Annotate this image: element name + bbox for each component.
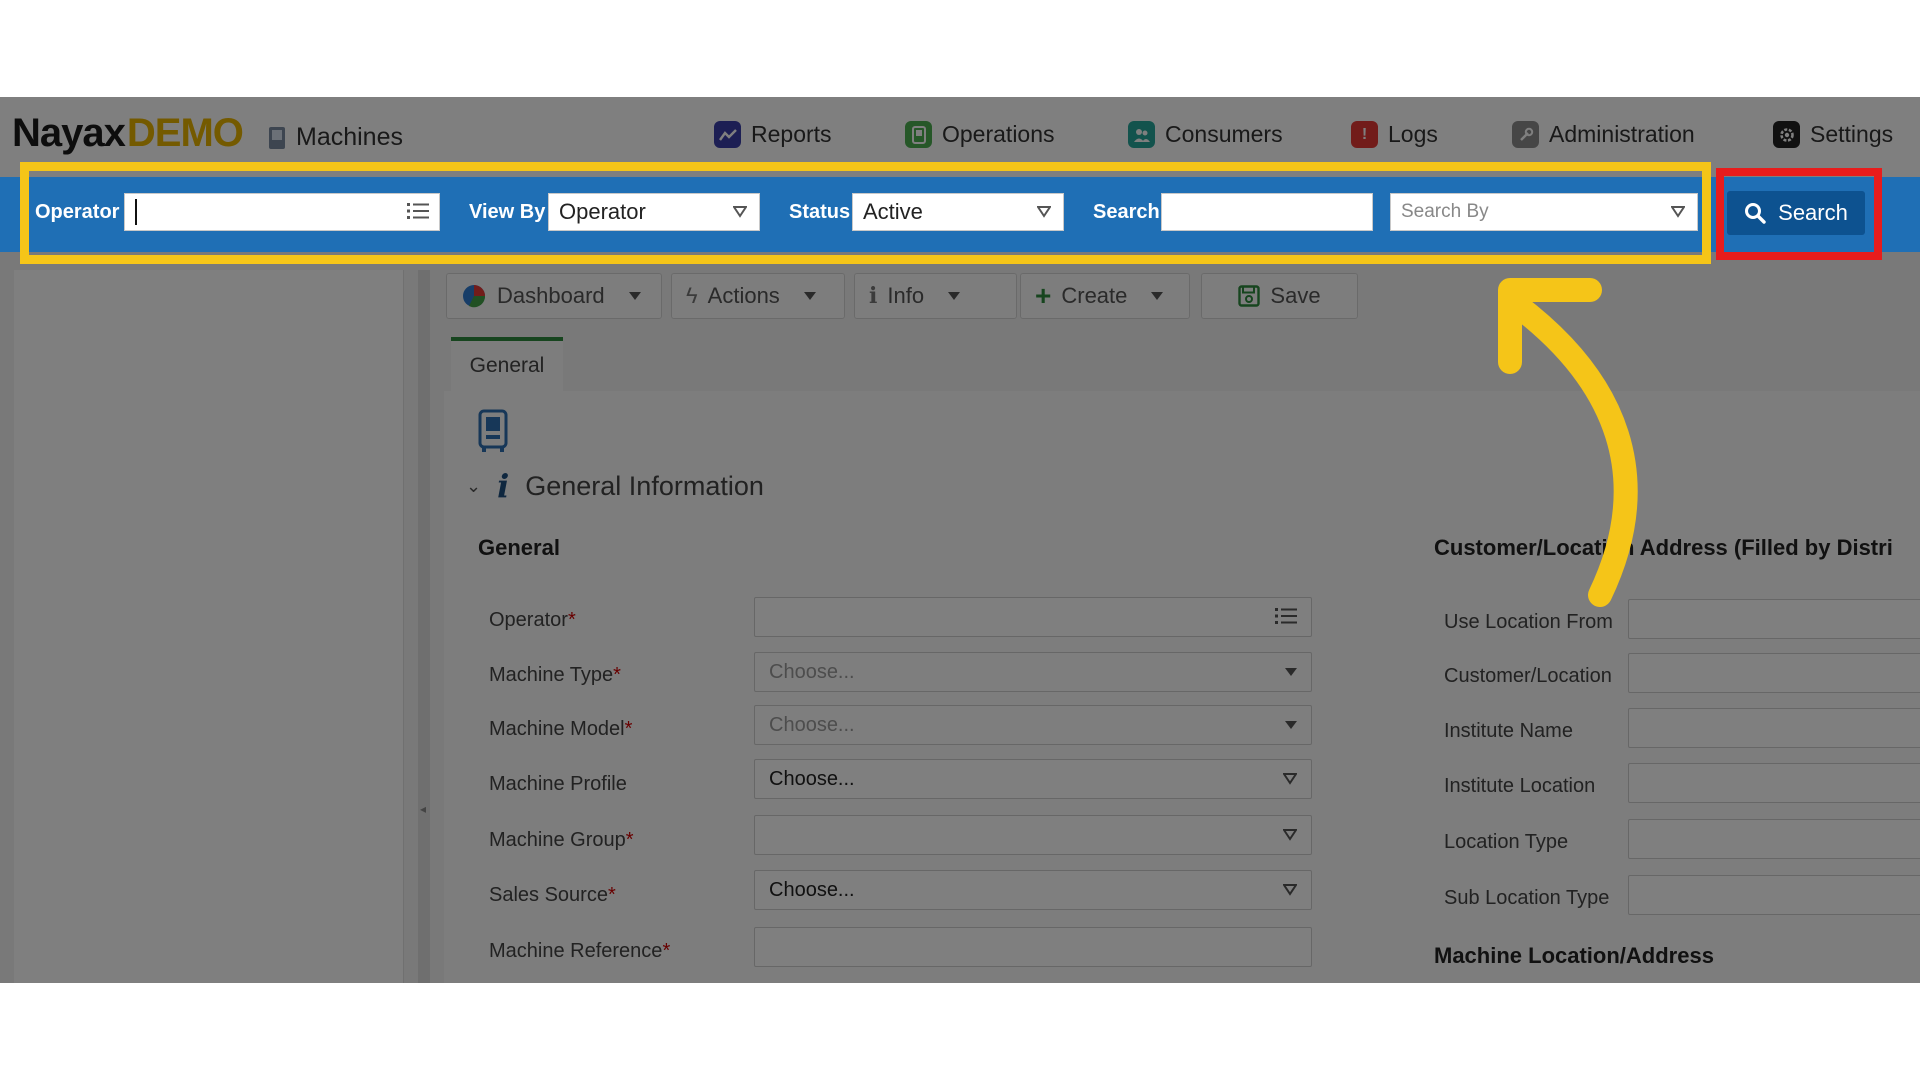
nav-administration[interactable]: Administration: [1512, 121, 1695, 148]
collapse-arrow-icon[interactable]: ◂: [420, 802, 426, 816]
reports-icon: [714, 121, 741, 148]
sub-location-type-label: Sub Location Type: [1444, 887, 1610, 909]
operator-field[interactable]: [754, 597, 1312, 637]
machine-type-label: Machine Type*: [489, 664, 621, 686]
vending-machine-icon: [478, 409, 508, 452]
dashboard-button[interactable]: Dashboard: [446, 273, 662, 319]
general-group-title: General: [478, 535, 560, 560]
actions-label: Actions: [707, 283, 780, 308]
logo-main: Nayax: [12, 111, 126, 155]
machine-group-select[interactable]: [754, 815, 1312, 855]
actions-button[interactable]: ϟ Actions: [671, 273, 845, 319]
machine-profile-label: Machine Profile: [489, 773, 627, 795]
operator-field-label: Operator*: [489, 609, 576, 631]
machine-reference-label: Machine Reference*: [489, 940, 671, 962]
sub-location-type-input[interactable]: [1628, 875, 1920, 915]
institute-name-input[interactable]: [1628, 708, 1920, 748]
screen: NayaxDEMO Machines Reports Operations Co…: [0, 0, 1920, 1080]
sales-source-select[interactable]: Choose...: [754, 870, 1312, 910]
nav-consumers[interactable]: Consumers: [1128, 121, 1283, 148]
sales-source-label: Sales Source*: [489, 884, 616, 906]
administration-icon: [1512, 121, 1539, 148]
info-icon: i: [497, 467, 510, 505]
info-label: Info: [887, 283, 925, 308]
dropdown-caret-icon: [803, 292, 816, 300]
logo-suffix: DEMO: [126, 111, 244, 155]
machine-model-value: Choose...: [769, 713, 855, 736]
nav-consumers-label: Consumers: [1165, 121, 1283, 147]
nav-operations-label: Operations: [942, 121, 1055, 147]
nav-reports[interactable]: Reports: [714, 121, 832, 148]
consumers-icon: [1128, 121, 1155, 148]
yellow-highlight-box: [20, 162, 1711, 264]
sales-source-value: Choose...: [769, 878, 855, 901]
institute-location-label: Institute Location: [1444, 775, 1596, 797]
machine-tree-panel: [14, 270, 404, 983]
use-location-from-input[interactable]: [1628, 599, 1920, 639]
dropdown-caret-icon: [948, 292, 961, 300]
nav-administration-label: Administration: [1549, 121, 1695, 147]
machine-model-select[interactable]: Choose...: [754, 705, 1312, 745]
customer-location-input[interactable]: [1628, 653, 1920, 693]
gear-icon: [1773, 121, 1800, 148]
list-icon[interactable]: [1275, 606, 1297, 626]
nayax-logo[interactable]: NayaxDEMO: [12, 111, 244, 156]
machine-profile-select[interactable]: Choose...: [754, 759, 1312, 799]
institute-name-label: Institute Name: [1444, 720, 1573, 742]
nav-settings-label: Settings: [1810, 121, 1894, 147]
red-highlight-box: [1716, 168, 1882, 260]
nav-logs[interactable]: ! Logs: [1351, 121, 1438, 148]
lightning-icon: ϟ: [686, 283, 698, 308]
chevron-down-icon[interactable]: ⌄: [466, 476, 481, 497]
module-title-text: Machines: [296, 123, 403, 151]
chevron-down-icon: [1283, 884, 1297, 896]
dropdown-caret-icon: [1151, 292, 1164, 300]
machine-reference-input[interactable]: [754, 927, 1312, 967]
operations-icon: [905, 121, 932, 148]
plus-icon: +: [1035, 280, 1052, 311]
use-location-from-label: Use Location From: [1444, 611, 1613, 633]
panel-splitter[interactable]: [418, 270, 430, 983]
dropdown-caret-icon: [628, 292, 641, 300]
save-icon: [1238, 285, 1261, 307]
tab-general-label: General: [469, 354, 545, 377]
dashboard-pie-icon: [463, 285, 486, 308]
create-button[interactable]: + Create: [1020, 273, 1190, 319]
general-information-header[interactable]: ⌄ i General Information: [466, 467, 764, 505]
location-type-input[interactable]: [1628, 819, 1920, 859]
institute-location-input[interactable]: [1628, 763, 1920, 803]
machine-profile-value: Choose...: [769, 767, 855, 790]
create-label: Create: [1061, 283, 1128, 308]
nav-operations[interactable]: Operations: [905, 121, 1055, 148]
chevron-down-icon: [1285, 721, 1297, 729]
tab-general[interactable]: General: [451, 337, 563, 391]
chevron-down-icon: [1283, 829, 1297, 841]
machine-location-group-title: Machine Location/Address: [1434, 943, 1714, 968]
machine-type-select[interactable]: Choose...: [754, 652, 1312, 692]
logs-icon: !: [1351, 121, 1378, 148]
save-label: Save: [1270, 283, 1321, 308]
save-button[interactable]: Save: [1201, 273, 1358, 319]
module-title: Machines: [268, 123, 403, 152]
dashboard-label: Dashboard: [497, 283, 605, 308]
nav-reports-label: Reports: [751, 121, 832, 147]
chevron-down-icon: [1285, 668, 1297, 676]
nav-settings[interactable]: Settings: [1773, 121, 1893, 148]
machine-type-value: Choose...: [769, 660, 855, 683]
annotation-arrow: [1498, 278, 1638, 607]
machine-group-label: Machine Group*: [489, 829, 634, 851]
info-icon: i: [869, 283, 878, 309]
info-button[interactable]: i Info: [854, 273, 1017, 319]
machine-small-icon: [269, 126, 285, 149]
section-title: General Information: [525, 470, 764, 501]
nav-logs-label: Logs: [1388, 121, 1438, 147]
customer-location-label: Customer/Location: [1444, 665, 1612, 687]
location-type-label: Location Type: [1444, 831, 1569, 853]
machine-model-label: Machine Model*: [489, 718, 633, 740]
chevron-down-icon: [1283, 773, 1297, 785]
